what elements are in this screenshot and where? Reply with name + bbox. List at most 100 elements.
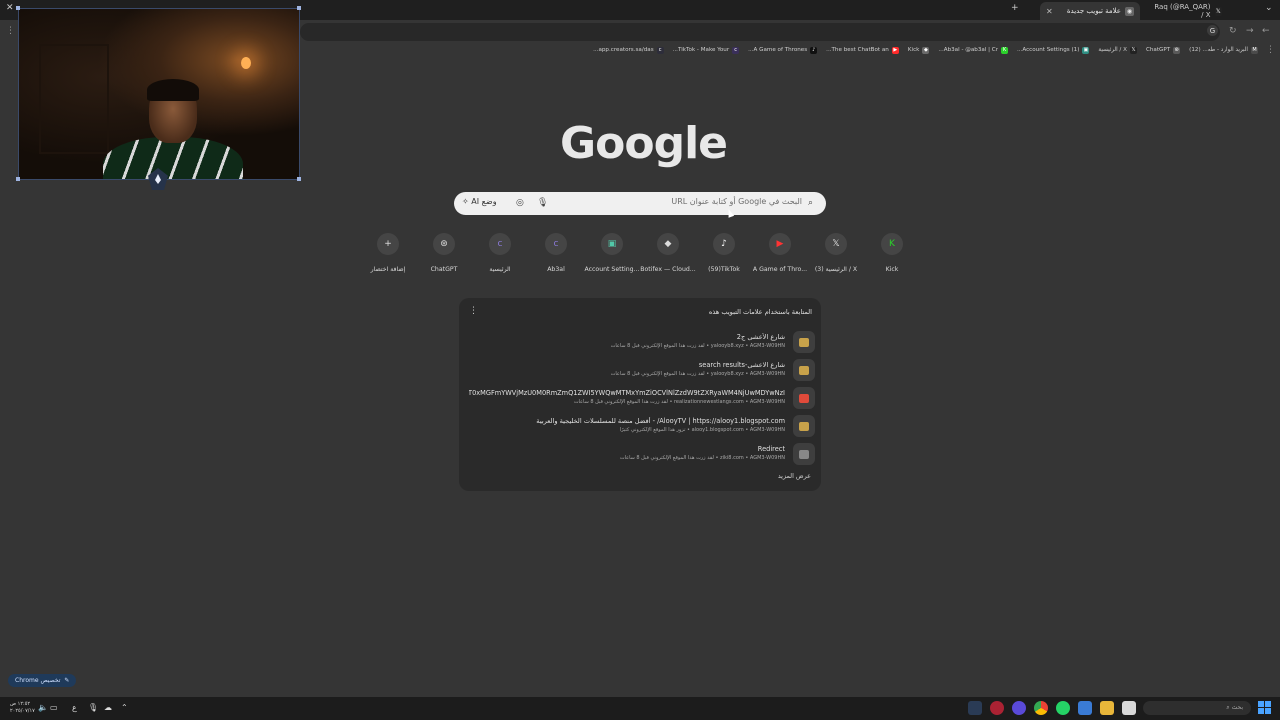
- google-logo: Google: [560, 118, 728, 169]
- shortcut-tile[interactable]: ▣ Account Setting...: [581, 233, 643, 273]
- tab-new-tab[interactable]: ◉ علامة تبويب جديدة ✕: [1040, 2, 1140, 20]
- resize-handle[interactable]: [297, 177, 301, 181]
- pencil-icon: ✎: [64, 677, 70, 684]
- bookmark-item[interactable]: ⊛ ChatGPT: [1146, 46, 1181, 54]
- site-favicon-icon: [793, 331, 815, 353]
- close-window-icon[interactable]: ✕: [6, 3, 14, 13]
- steam-icon[interactable]: [968, 701, 982, 715]
- ai-mode-button[interactable]: وضع AI ✧: [462, 197, 497, 206]
- shelf: [39, 44, 109, 154]
- chevron-up-icon[interactable]: ⌃: [121, 703, 128, 712]
- shortcut-tile[interactable]: ◆ Botifex — Cloud...: [637, 233, 699, 273]
- whatsapp-icon[interactable]: [1056, 701, 1070, 715]
- x-icon: 𝕏: [1129, 46, 1137, 54]
- new-tab-icon[interactable]: +: [1011, 3, 1019, 13]
- shortcut-tile[interactable]: 𝕏 (3) الرئيسية / X: [805, 233, 867, 273]
- bookmarks-more-icon[interactable]: ⋮: [1266, 45, 1275, 55]
- bookmark-item[interactable]: ▣ (1) Account Settings...: [1017, 46, 1090, 54]
- webcam-overlay: [18, 8, 300, 180]
- settings-icon: ▣: [1082, 46, 1090, 54]
- recent-tab-row[interactable]: شارع الاعشى-search results yalooyb8.xyz •…: [465, 359, 815, 385]
- youtube-icon: ▶: [891, 46, 899, 54]
- back-icon[interactable]: ←: [1262, 26, 1270, 36]
- network-icon[interactable]: ▭: [50, 703, 58, 712]
- app-icon[interactable]: [990, 701, 1004, 715]
- row-subtitle: ziki8.com • AGM3-W09HN • لقد زرت هذا الم…: [619, 455, 785, 461]
- bookmark-item[interactable]: c app.creators.sa/das...: [593, 46, 664, 54]
- menu-icon[interactable]: ⋮: [6, 26, 15, 36]
- chrome-icon[interactable]: [1034, 701, 1048, 715]
- bookmark-item[interactable]: 𝕏X / الرئيسية: [1098, 46, 1137, 54]
- x-icon: 𝕏: [825, 233, 847, 255]
- x-icon: 𝕏: [1214, 6, 1222, 16]
- reload-icon[interactable]: ↻: [1229, 26, 1237, 36]
- chrome-icon: ◉: [1125, 6, 1134, 16]
- shortcut-tile[interactable]: K Kick: [861, 233, 923, 273]
- google-lens-icon[interactable]: ◎: [516, 198, 524, 208]
- browser-window: ✕ ◉ علامة تبويب جديدة ✕ 𝕏 Raq (@RA_QAR) …: [0, 0, 1280, 720]
- recent-tab-row[interactable]: Redirect ziki8.com • AGM3-W09HN • لقد زرت…: [465, 443, 815, 469]
- resize-handle[interactable]: [16, 6, 20, 10]
- microphone-icon[interactable]: 🎙: [537, 198, 548, 208]
- site-favicon-icon: [793, 443, 815, 465]
- plus-icon: +: [377, 233, 399, 255]
- recent-tab-row[interactable]: AlooyTV | https://alooy1.blogspot.com/ -…: [465, 415, 815, 441]
- close-tab-icon[interactable]: ✕: [1046, 7, 1053, 16]
- botifex-icon: ◆: [922, 46, 930, 54]
- forward-icon[interactable]: →: [1246, 26, 1254, 36]
- store-icon[interactable]: [1122, 701, 1136, 715]
- show-more-link[interactable]: عرض المزيد: [778, 472, 811, 480]
- address-bar[interactable]: [300, 23, 1220, 41]
- tab-search-icon[interactable]: ⌄: [1265, 3, 1273, 13]
- shortcut-label: Account Setting...: [584, 266, 640, 273]
- creators-icon: c: [489, 233, 511, 255]
- shortcut-label: (59)TikTok: [708, 266, 740, 273]
- bookmark-item[interactable]: ♪ A Game of Thrones...: [748, 46, 818, 54]
- resize-handle[interactable]: [16, 177, 20, 181]
- settings-icon: ▣: [601, 233, 623, 255]
- bookmark-item[interactable]: K Ab3al - @ab3al | Cr...: [938, 46, 1009, 54]
- shortcut-label: إضافة اختصار: [370, 266, 406, 273]
- person-body: [103, 137, 243, 179]
- card-menu-icon[interactable]: ⋮: [469, 306, 478, 316]
- windows-start-icon[interactable]: [1258, 701, 1271, 714]
- shortcut-tile[interactable]: c الرئيسية: [469, 233, 531, 273]
- cloud-icon[interactable]: ☁: [104, 703, 112, 712]
- site-favicon-icon: [793, 359, 815, 381]
- row-subtitle: realizationnewestlangs.com • AGM3-W09HN …: [573, 399, 785, 405]
- lamp: [241, 57, 251, 69]
- row-title: شارع الأعشى ج2: [736, 333, 785, 341]
- file-explorer-icon[interactable]: [1100, 701, 1114, 715]
- shortcut-tile[interactable]: ⊛ ChatGPT: [413, 233, 475, 273]
- bookmark-item[interactable]: M البريد الوارد - طه... (12): [1189, 46, 1258, 54]
- shortcut-tile[interactable]: ♪ (59)TikTok: [693, 233, 755, 273]
- shortcut-label: الرئيسية: [489, 266, 511, 273]
- discord-icon[interactable]: [1012, 701, 1026, 715]
- customize-chrome-button[interactable]: ✎ تخصيص Chrome: [8, 674, 77, 687]
- shortcut-tile[interactable]: ▶ A Game of Thro...: [749, 233, 811, 273]
- resize-handle[interactable]: [297, 6, 301, 10]
- creators-icon: c: [732, 46, 740, 54]
- google-lens-icon[interactable]: G: [1207, 25, 1218, 36]
- bookmark-item[interactable]: ◆ Kick: [908, 46, 930, 54]
- mail-icon[interactable]: [1078, 701, 1092, 715]
- shortcut-tile[interactable]: + إضافة اختصار: [357, 233, 419, 273]
- shortcut-tile[interactable]: c Ab3al: [525, 233, 587, 273]
- kick-icon: K: [1001, 46, 1009, 54]
- shortcut-label: Kick: [885, 266, 899, 273]
- recent-tab-row[interactable]: zQ3P2BeT0xMGFmYWVjMzU0M0RmZmQ1ZWI5YWQwMT…: [465, 387, 815, 413]
- speaker-icon[interactable]: 🔈: [38, 703, 48, 712]
- taskbar-clock[interactable]: ١٢:٥٢ ص ٢٠٢٥/٠٧/١٧: [10, 701, 35, 715]
- tab-x-profile[interactable]: 𝕏 Raq (@RA_QAR) / X: [1148, 2, 1228, 20]
- shortcut-label: Botifex — Cloud...: [640, 266, 696, 273]
- recent-tab-row[interactable]: شارع الأعشى ج2 yalooyb8.xyz • AGM3-W09HN …: [465, 331, 815, 357]
- row-title: Redirect: [757, 445, 785, 453]
- chatgpt-icon: ⊛: [433, 233, 455, 255]
- bookmark-item[interactable]: ▶ The best ChatBot an...: [826, 46, 899, 54]
- bookmark-item[interactable]: c TikTok - Make Your...: [673, 46, 740, 54]
- language-indicator[interactable]: ع: [72, 703, 77, 712]
- tab-title: Raq (@RA_QAR) / X: [1154, 3, 1211, 19]
- microphone-icon[interactable]: 🎙: [88, 703, 98, 712]
- tiktok-icon: ♪: [810, 46, 818, 54]
- taskbar-search[interactable]: بحث ⌕: [1143, 701, 1251, 715]
